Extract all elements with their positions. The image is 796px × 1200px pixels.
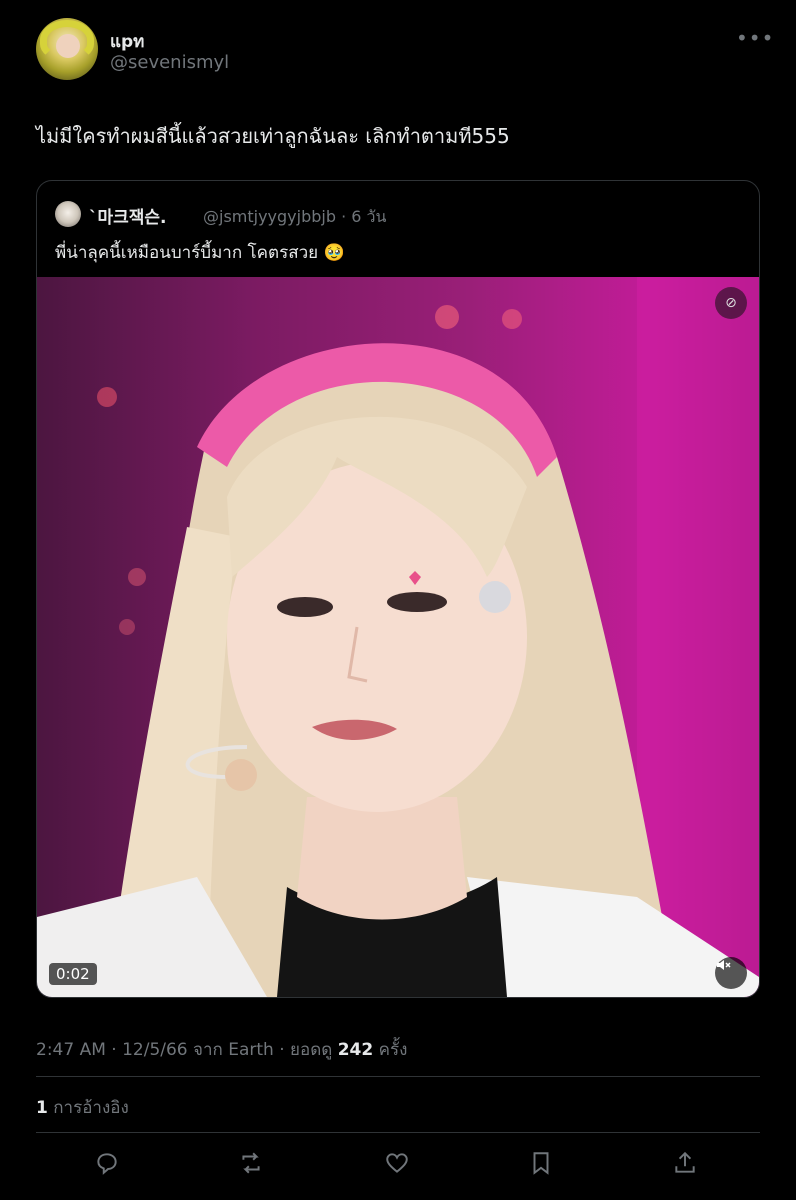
- quoted-tweet-text: พี่น่าลุคนี้เหมือนบาร์บี้มาก โคตรสวย 🥹: [55, 243, 345, 263]
- quote-count: 1: [36, 1098, 48, 1118]
- video-frame: [37, 277, 759, 997]
- caption-off-icon[interactable]: ⊘: [715, 287, 747, 319]
- quoted-author-handle: @jsmtjyygyjbbjb: [203, 207, 337, 226]
- divider: [36, 1076, 760, 1077]
- quoted-author-display-name: `마크잭슨.: [89, 208, 167, 228]
- muted-speaker-icon[interactable]: [715, 957, 747, 989]
- view-suffix: ครั้ง: [373, 1040, 408, 1060]
- quoted-author-meta: @jsmtjyygyjbbjb · 6 วัน: [203, 205, 386, 230]
- author-handle[interactable]: @sevenismyl: [110, 52, 229, 73]
- reply-icon[interactable]: [92, 1148, 122, 1178]
- like-icon[interactable]: [382, 1148, 412, 1178]
- divider: [36, 1132, 760, 1133]
- more-horizontal-icon[interactable]: •••: [736, 26, 774, 50]
- quoted-author-avatar: [55, 201, 81, 227]
- tweet-meta: 2:47 AM · 12/5/66 จาก Earth · ยอดดู 242 …: [36, 1036, 407, 1063]
- author-avatar[interactable]: [36, 18, 98, 80]
- quotes-link[interactable]: 1 การอ้างอิง: [36, 1094, 129, 1121]
- video-player[interactable]: ⊘ 0:02: [37, 277, 759, 997]
- muted-speaker-glyph: [717, 960, 731, 970]
- bookmark-icon[interactable]: [526, 1148, 556, 1178]
- quoted-tweet-card[interactable]: `마크잭슨. @jsmtjyygyjbbjb · 6 วัน พี่น่าลุค…: [36, 180, 760, 998]
- video-duration: 0:02: [49, 963, 97, 985]
- view-count: 242: [337, 1040, 374, 1060]
- quoted-time: · 6 วัน: [341, 207, 387, 226]
- author-display-name[interactable]: แpท: [110, 28, 144, 55]
- tweet-text: ไม่มีใครทำผมสีนี้แล้วสวยเท่าลูกฉันละ เลิ…: [36, 124, 510, 148]
- share-icon[interactable]: [670, 1148, 700, 1178]
- quote-label: การอ้างอิง: [47, 1098, 129, 1118]
- retweet-icon[interactable]: [236, 1148, 266, 1178]
- tweet-time-source: 2:47 AM · 12/5/66 จาก Earth · ยอดดู: [36, 1040, 338, 1060]
